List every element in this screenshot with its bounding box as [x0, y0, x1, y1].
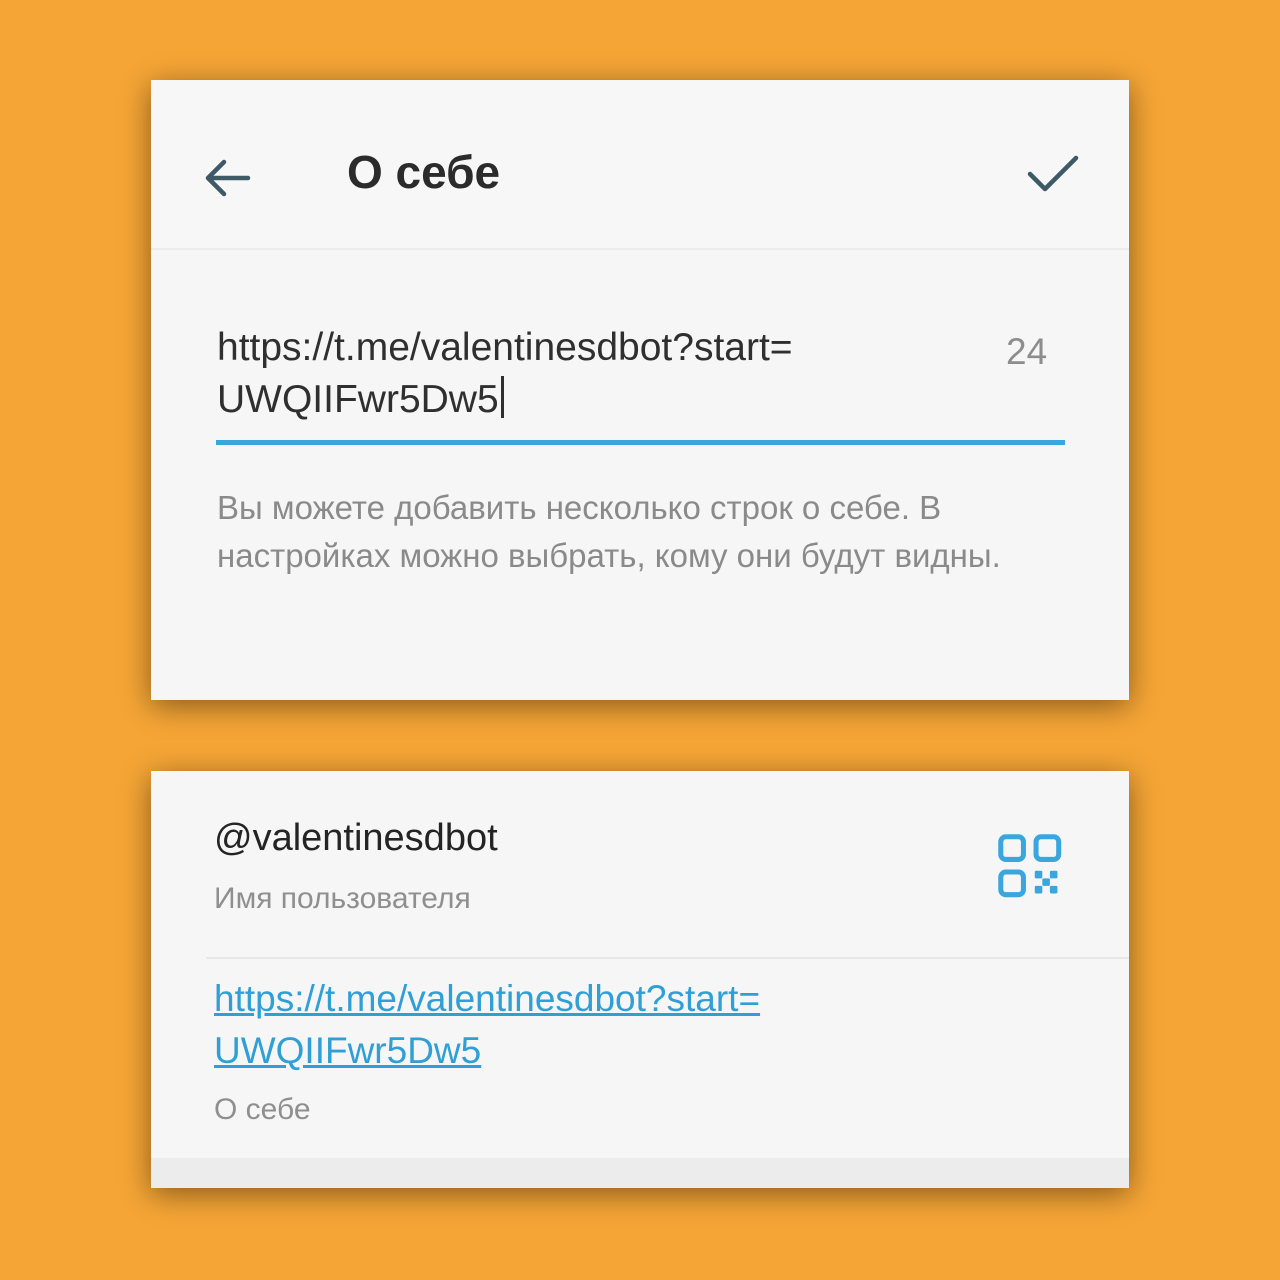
profile-info-card: @valentinesdbot Имя пользователя https:/… [151, 771, 1129, 1188]
qr-code-button[interactable] [997, 833, 1065, 901]
app-bar: О себе [151, 80, 1129, 250]
page-title: О себе [347, 146, 501, 198]
bio-input-line-2-text: UWQIIFwr5Dw5 [217, 378, 499, 421]
bio-link[interactable]: https://t.me/valentinesdbot?start= UWQII… [214, 973, 760, 1077]
text-caret [500, 376, 504, 418]
section-separator [151, 1158, 1129, 1188]
bio-link-line-1: https://t.me/valentinesdbot?start= [214, 978, 761, 1019]
back-button[interactable] [187, 138, 267, 218]
edit-bio-card: О себе https://t.me/valentinesdbot?start… [151, 80, 1129, 700]
char-counter: 24 [1006, 331, 1048, 372]
bio-label: О себе [214, 1093, 311, 1126]
bio-input[interactable]: https://t.me/valentinesdbot?start= UWQII… [217, 322, 997, 426]
confirm-button[interactable] [1013, 134, 1093, 214]
username-label: Имя пользователя [214, 882, 471, 915]
qr-code-icon [998, 834, 1062, 898]
checkmark-icon [1027, 155, 1079, 192]
bio-input-line-2: UWQIIFwr5Dw5 [217, 374, 997, 426]
row-divider [206, 957, 1129, 959]
arrow-left-icon [205, 159, 251, 197]
username-value[interactable]: @valentinesdbot [214, 813, 498, 863]
input-underline [216, 440, 1065, 445]
bio-link-line-2: UWQIIFwr5Dw5 [214, 1030, 482, 1071]
bio-hint: Вы можете добавить несколько строк о себ… [217, 489, 1001, 574]
bio-input-line-1: https://t.me/valentinesdbot?start= [217, 326, 793, 369]
